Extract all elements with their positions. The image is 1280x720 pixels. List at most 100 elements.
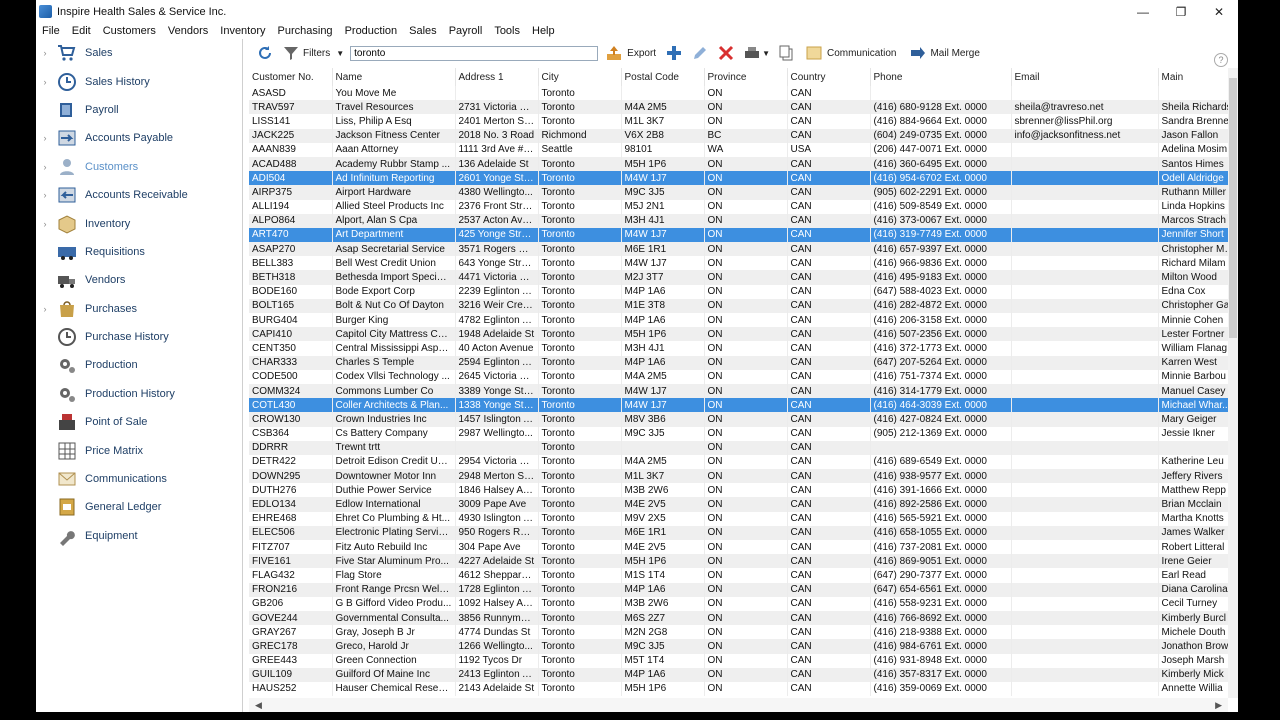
vertical-scroll-thumb[interactable] xyxy=(1229,78,1237,338)
table-row[interactable]: FRON216 Front Range Prcsn Weld ... 1728 Eg… xyxy=(249,582,1228,597)
table-row[interactable]: CODE500 Codex Vllsi Technology ... 2645 Vi… xyxy=(249,369,1228,384)
sidebar-item-price-matrix[interactable]: Price Matrix xyxy=(36,436,242,464)
communication-button[interactable]: Communication xyxy=(806,45,896,61)
table-row[interactable]: GREC178 Greco, Harold Jr 1266 Wellingto...… xyxy=(249,639,1228,654)
sidebar-item-vendors[interactable]: Vendors xyxy=(36,266,242,294)
table-row[interactable]: AAAN839 Aaan Attorney 1111 3rd Ave #-... Se… xyxy=(249,142,1228,157)
menu-edit[interactable]: Edit xyxy=(72,25,91,37)
table-row[interactable]: BURG404 Burger King 4782 Eglinton A... Toro… xyxy=(249,313,1228,328)
table-row[interactable]: GOVE244 Governmental Consulta... 3856 Runn… xyxy=(249,610,1228,626)
table-row[interactable]: GREE443 Green Connection 1192 Tycos Dr Toro… xyxy=(249,653,1228,668)
column-header-customer-no[interactable]: Customer No. xyxy=(249,68,333,86)
restore-button[interactable]: ❐ xyxy=(1162,0,1200,23)
column-header-email[interactable]: Email xyxy=(1011,68,1159,86)
sidebar-item-purchase-history[interactable]: Purchase History xyxy=(36,323,242,351)
copy-button[interactable] xyxy=(778,45,794,61)
table-row[interactable]: FIVE161 Five Star Aluminum Pro... 4227 Ade… xyxy=(249,554,1228,569)
sidebar-item-customers[interactable]: › Customers xyxy=(36,153,242,181)
table-row[interactable]: FITZ707 Fitz Auto Rebuild Inc 304 Pape Ave… xyxy=(249,540,1228,555)
column-header-province[interactable]: Province xyxy=(704,68,788,86)
table-row[interactable]: CAPI410 Capitol City Mattress Co ... 1948 … xyxy=(249,327,1228,342)
sidebar-item-purchases[interactable]: › Purchases xyxy=(36,295,242,323)
horizontal-scrollbar[interactable]: ◀ ▶ xyxy=(249,698,1228,712)
sidebar-item-communications[interactable]: Communications xyxy=(36,465,242,493)
menu-tools[interactable]: Tools xyxy=(494,25,520,37)
table-row[interactable]: COTL430 Coller Architects & Plan... 1338 Y… xyxy=(249,398,1228,413)
refresh-button[interactable] xyxy=(257,45,273,61)
sidebar-item-production-history[interactable]: Production History xyxy=(36,380,242,408)
sidebar-item-accounts-receivable[interactable]: › Accounts Receivable xyxy=(36,181,242,209)
export-button[interactable]: Export xyxy=(606,45,656,61)
sidebar-item-requisitions[interactable]: Requisitions xyxy=(36,238,242,266)
column-header-city[interactable]: City xyxy=(538,68,622,86)
table-row[interactable]: ALLI194 Allied Steel Products Inc 2376 Fro… xyxy=(249,199,1228,214)
column-header-phone[interactable]: Phone xyxy=(870,68,1012,86)
filters-button[interactable]: Filters ▼ xyxy=(283,45,344,61)
table-row[interactable]: BOLT165 Bolt & Nut Co Of Dayton 3216 Weir … xyxy=(249,298,1228,313)
sidebar-item-point-of-sale[interactable]: Point of Sale xyxy=(36,408,242,436)
expand-chevron-icon[interactable]: › xyxy=(38,219,52,229)
table-row[interactable]: ALPO864 Alport, Alan S Cpa 2537 Acton Ave.… xyxy=(249,213,1228,228)
table-row[interactable]: EDLO134 Edlow International 3009 Pape Ave T… xyxy=(249,497,1228,512)
sidebar-item-inventory[interactable]: › Inventory xyxy=(36,209,242,237)
print-button[interactable]: ▼ xyxy=(744,45,770,61)
sidebar-item-payroll[interactable]: Payroll xyxy=(36,96,242,124)
expand-chevron-icon[interactable]: › xyxy=(38,162,52,172)
table-row[interactable]: BELL383 Bell West Credit Union 643 Yonge S… xyxy=(249,256,1228,271)
sidebar-item-equipment[interactable]: Equipment xyxy=(36,522,242,550)
table-row[interactable]: CROW130 Crown Industries Inc 1457 Islingto… xyxy=(249,412,1228,427)
sidebar-item-sales[interactable]: › Sales xyxy=(36,39,242,67)
menu-payroll[interactable]: Payroll xyxy=(449,25,483,37)
menu-vendors[interactable]: Vendors xyxy=(168,25,208,37)
table-row[interactable]: ELEC506 Electronic Plating Servic... 950 R… xyxy=(249,525,1228,540)
table-row[interactable]: CENT350 Central Mississippi Asph... 40 Act… xyxy=(249,341,1228,356)
table-row[interactable]: ACAD488 Academy Rubbr Stamp ... 136 Adelai… xyxy=(249,156,1228,172)
delete-button[interactable] xyxy=(718,45,734,61)
table-row[interactable]: JACK225 Jackson Fitness Center 2018 No. 3 … xyxy=(249,128,1228,143)
table-row[interactable]: ASAP270 Asap Secretarial Service 3571 Roge… xyxy=(249,242,1228,257)
scroll-right-icon[interactable]: ▶ xyxy=(1215,700,1222,711)
sidebar-item-production[interactable]: Production xyxy=(36,351,242,379)
column-header-postal-code[interactable]: Postal Code xyxy=(621,68,705,86)
minimize-button[interactable]: — xyxy=(1124,0,1162,23)
table-row[interactable]: GB206 G B Gifford Video Produ... 1092 Hals… xyxy=(249,596,1228,611)
table-row[interactable]: CHAR333 Charles S Temple 2594 Eglinton A..… xyxy=(249,355,1228,370)
expand-chevron-icon[interactable]: › xyxy=(38,133,52,143)
column-header-address-1[interactable]: Address 1 xyxy=(455,68,539,86)
expand-chevron-icon[interactable]: › xyxy=(38,190,52,200)
table-row[interactable]: DDRRR Trewnt trtt Toronto ON CAN xyxy=(249,440,1228,455)
menu-help[interactable]: Help xyxy=(532,25,555,37)
table-row[interactable]: LISS141 Liss, Philip A Esq 2401 Merton Str… xyxy=(249,114,1228,129)
table-row[interactable]: TRAV597 Travel Resources 2731 Victoria Pa.… xyxy=(249,100,1228,115)
table-row[interactable]: ASASD You Move Me Toronto ON CAN xyxy=(249,86,1228,101)
menu-sales[interactable]: Sales xyxy=(409,25,437,37)
table-row[interactable]: ADI504 Ad Infinitum Reporting 2601 Yonge S… xyxy=(249,171,1228,186)
edit-button[interactable] xyxy=(692,45,708,61)
table-row[interactable]: ART470 Art Department 425 Yonge Street Toro… xyxy=(249,227,1228,243)
menu-purchasing[interactable]: Purchasing xyxy=(278,25,333,37)
menu-inventory[interactable]: Inventory xyxy=(220,25,265,37)
sidebar-item-general-ledger[interactable]: General Ledger xyxy=(36,493,242,521)
column-header-country[interactable]: Country xyxy=(787,68,871,86)
vertical-scrollbar[interactable] xyxy=(1228,68,1238,698)
column-header-name[interactable]: Name xyxy=(332,68,456,86)
menu-production[interactable]: Production xyxy=(345,25,398,37)
table-row[interactable]: CSB364 Cs Battery Company 2987 Wellingto..… xyxy=(249,426,1228,441)
table-row[interactable]: COMM324 Commons Lumber Co 3389 Yonge Stree… xyxy=(249,383,1228,399)
table-row[interactable]: BETH318 Bethesda Import Speciali... 4471 V… xyxy=(249,270,1228,285)
table-row[interactable]: GRAY267 Gray, Joseph B Jr 4774 Dundas St To… xyxy=(249,625,1228,640)
filters-dropdown-icon[interactable]: ▼ xyxy=(336,49,344,58)
search-input[interactable] xyxy=(350,45,599,61)
help-icon[interactable]: ? xyxy=(1214,53,1228,67)
table-row[interactable]: DETR422 Detroit Edison Credit Uni... 2954 … xyxy=(249,454,1228,470)
print-dropdown-icon[interactable]: ▼ xyxy=(762,49,770,58)
table-row[interactable]: EHRE468 Ehret Co Plumbing & Ht... 4930 Isl… xyxy=(249,511,1228,526)
sidebar-item-sales-history[interactable]: › Sales History xyxy=(36,67,242,95)
expand-chevron-icon[interactable]: › xyxy=(38,48,52,58)
table-row[interactable]: FLAG432 Flag Store 4612 Sheppard ... Toront… xyxy=(249,568,1228,583)
table-row[interactable]: GUIL109 Guilford Of Maine Inc 2413 Eglinto… xyxy=(249,667,1228,682)
mail-merge-button[interactable]: Mail Merge xyxy=(910,45,980,61)
table-row[interactable]: BODE160 Bode Export Corp 2239 Eglinton A..… xyxy=(249,284,1228,299)
expand-chevron-icon[interactable]: › xyxy=(38,77,52,87)
expand-chevron-icon[interactable]: › xyxy=(38,304,52,314)
